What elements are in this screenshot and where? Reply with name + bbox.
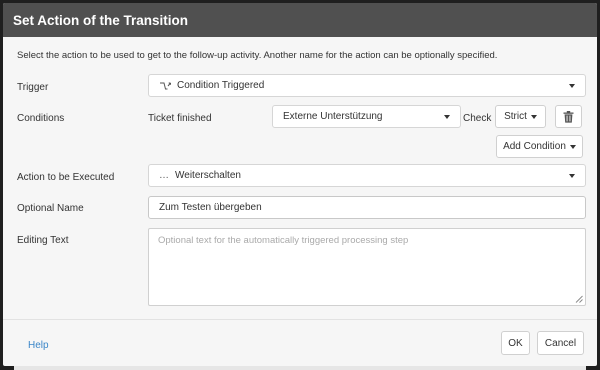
trigger-select[interactable]: Condition Triggered: [148, 74, 586, 97]
conditions-label: Conditions: [17, 113, 65, 124]
chevron-down-icon: [569, 173, 575, 178]
cancel-label: Cancel: [544, 337, 577, 349]
trigger-label: Trigger: [17, 82, 49, 93]
condition-subject: Ticket finished: [148, 113, 212, 124]
action-label: Action to be Executed: [17, 172, 115, 183]
optional-name-value: Zum Testen übergeben: [159, 202, 262, 213]
resize-grip-icon[interactable]: [575, 295, 583, 303]
ok-label: OK: [508, 337, 523, 349]
editing-text-placeholder: Optional text for the automatically trig…: [158, 235, 409, 246]
check-mode-value: Strict: [504, 111, 527, 122]
optional-name-label: Optional Name: [17, 203, 84, 214]
footer-divider: [3, 319, 597, 320]
add-condition-button[interactable]: Add Condition: [496, 135, 583, 158]
cancel-button[interactable]: Cancel: [537, 331, 584, 355]
transition-action-dialog: Set Action of the Transition Select the …: [3, 3, 597, 366]
add-condition-label: Add Condition: [503, 141, 566, 152]
editing-text-textarea[interactable]: Optional text for the automatically trig…: [148, 228, 586, 306]
check-label: Check: [463, 113, 492, 124]
check-mode-dropdown[interactable]: Strict: [495, 105, 546, 128]
trigger-value: Condition Triggered: [177, 80, 265, 91]
optional-name-input[interactable]: Zum Testen übergeben: [148, 196, 586, 219]
dialog-intro-text: Select the action to be used to get to t…: [17, 50, 498, 61]
condition-trigger-icon: [159, 81, 172, 91]
ok-button[interactable]: OK: [501, 331, 530, 355]
chevron-down-icon: [444, 114, 450, 119]
action-value: Weiterschalten: [175, 170, 241, 181]
condition-value: Externe Unterstützung: [283, 111, 383, 122]
action-select[interactable]: … Weiterschalten: [148, 164, 586, 187]
chevron-down-icon: [569, 83, 575, 88]
condition-value-select[interactable]: Externe Unterstützung: [272, 105, 461, 128]
ellipsis-icon: …: [159, 170, 169, 181]
editing-text-label: Editing Text: [17, 235, 69, 246]
trash-icon: [563, 110, 574, 123]
dialog-title: Set Action of the Transition: [13, 12, 189, 28]
delete-condition-button[interactable]: [555, 105, 582, 128]
help-link[interactable]: Help: [28, 340, 49, 351]
chevron-down-icon: [530, 114, 537, 119]
dialog-titlebar: Set Action of the Transition: [3, 3, 597, 37]
chevron-down-icon: [569, 144, 576, 149]
